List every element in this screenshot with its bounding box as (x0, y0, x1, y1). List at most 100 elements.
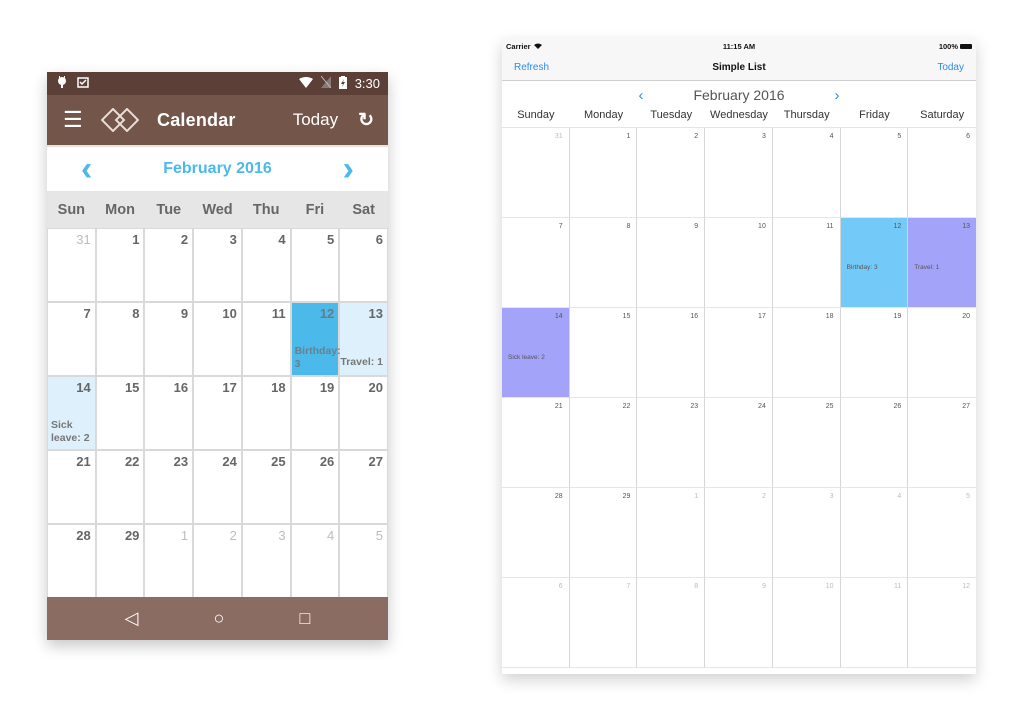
day-cell[interactable]: 2 (705, 488, 773, 578)
weekday-label: Wednesday (710, 109, 768, 121)
day-number: 15 (124, 380, 140, 395)
day-cell[interactable]: 6 (340, 229, 387, 301)
day-cell[interactable]: 11 (840, 578, 909, 668)
day-cell[interactable]: 7 (48, 303, 95, 375)
day-cell[interactable]: 19 (291, 377, 339, 449)
day-cell[interactable]: 8 (637, 578, 706, 668)
day-cell[interactable]: 22 (96, 451, 144, 523)
day-cell[interactable]: 23 (145, 451, 193, 523)
back-icon[interactable]: ◁ (125, 608, 139, 629)
previous-month-chevron-icon[interactable]: ‹ (81, 152, 92, 186)
day-cell[interactable]: 7 (502, 218, 570, 308)
day-number: 2 (761, 493, 766, 500)
day-cell[interactable]: 7 (569, 578, 638, 668)
day-cell[interactable]: 12 Birthday: 3 (291, 303, 341, 375)
day-cell[interactable]: 31 (48, 229, 95, 301)
day-cell[interactable]: 1 (145, 525, 193, 597)
day-cell[interactable]: 9 (145, 303, 193, 375)
day-cell[interactable]: 21 (502, 398, 570, 488)
next-month-chevron-icon[interactable]: › (835, 87, 840, 104)
day-cell[interactable]: 11 (242, 303, 290, 375)
day-number: 26 (319, 454, 335, 469)
day-number: 18 (825, 313, 834, 320)
day-cell[interactable]: 10 (194, 303, 241, 375)
day-cell[interactable]: 16 (637, 308, 706, 398)
day-cell[interactable]: 4 (242, 229, 290, 301)
day-cell[interactable]: 4 (291, 525, 339, 597)
day-cell[interactable]: 24 (705, 398, 773, 488)
day-cell[interactable]: 27 (908, 398, 976, 488)
day-cell[interactable]: 12 (908, 578, 976, 668)
refresh-button[interactable]: Refresh (514, 62, 549, 73)
day-cell[interactable]: 10 (772, 578, 841, 668)
day-cell[interactable]: 2 (637, 128, 706, 218)
day-cell[interactable]: 18 (242, 377, 290, 449)
day-cell[interactable]: 9 (705, 578, 773, 668)
day-number: 27 (962, 403, 970, 410)
day-cell[interactable]: 15 (96, 377, 144, 449)
day-cell[interactable]: 1 (96, 229, 144, 301)
day-cell[interactable]: 5 (291, 229, 339, 301)
day-cell[interactable]: 5 (340, 525, 387, 597)
day-cell[interactable]: 3 (194, 229, 241, 301)
day-cell[interactable]: 21 (48, 451, 95, 523)
day-cell[interactable]: 4 (772, 128, 841, 218)
day-cell[interactable]: 13 Travel: 1 (340, 303, 387, 375)
day-cell[interactable]: 1 (637, 488, 706, 578)
day-cell[interactable]: 18 (772, 308, 841, 398)
day-cell[interactable]: 25 (772, 398, 841, 488)
day-cell[interactable]: 23 (637, 398, 706, 488)
month-label: February 2016 (693, 87, 785, 103)
day-cell[interactable]: 6 (502, 578, 570, 668)
day-cell[interactable]: 17 (194, 377, 241, 449)
day-cell[interactable]: 3 (705, 128, 773, 218)
day-number: 10 (222, 306, 237, 321)
day-cell[interactable]: 28 (502, 488, 570, 578)
previous-month-chevron-icon[interactable]: ‹ (638, 87, 643, 104)
day-cell[interactable]: 6 (908, 128, 976, 218)
home-icon[interactable]: ○ (214, 608, 225, 629)
day-cell[interactable]: 3 (772, 488, 841, 578)
today-button[interactable]: Today (937, 62, 964, 73)
day-cell[interactable]: 22 (569, 398, 638, 488)
day-cell[interactable]: 2 (194, 525, 241, 597)
day-cell[interactable]: 28 (48, 525, 95, 597)
refresh-icon[interactable]: ↻ (358, 109, 374, 132)
recents-icon[interactable]: □ (300, 608, 311, 629)
day-cell[interactable]: 14 Sick leave: 2 (48, 377, 95, 449)
day-cell[interactable]: 20 (340, 377, 387, 449)
day-cell[interactable]: 4 (840, 488, 909, 578)
day-cell[interactable]: 27 (340, 451, 387, 523)
day-cell[interactable]: 8 (96, 303, 144, 375)
day-cell[interactable]: 13 Travel: 1 (908, 218, 976, 308)
day-number: 8 (694, 583, 699, 590)
day-cell[interactable]: 5 (908, 488, 976, 578)
day-cell[interactable]: 9 (637, 218, 706, 308)
day-cell[interactable]: 12 Birthday: 3 (840, 218, 909, 308)
day-cell[interactable]: 16 (145, 377, 193, 449)
day-cell[interactable]: 31 (502, 128, 570, 218)
today-button[interactable]: Today (293, 110, 338, 130)
day-cell[interactable]: 29 (569, 488, 638, 578)
day-cell[interactable]: 5 (840, 128, 909, 218)
day-cell[interactable]: 19 (840, 308, 909, 398)
day-cell[interactable]: 17 (705, 308, 773, 398)
day-cell[interactable]: 20 (908, 308, 976, 398)
hamburger-menu-icon[interactable]: ☰ (63, 109, 83, 131)
day-cell[interactable]: 14 Sick leave: 2 (502, 308, 570, 398)
next-month-chevron-icon[interactable]: › (343, 152, 354, 186)
day-cell[interactable]: 29 (96, 525, 144, 597)
day-cell[interactable]: 11 (772, 218, 841, 308)
day-cell[interactable]: 8 (569, 218, 638, 308)
day-cell[interactable]: 25 (242, 451, 290, 523)
day-cell[interactable]: 15 (569, 308, 638, 398)
weekday-label: Mon (105, 201, 135, 218)
day-cell[interactable]: 24 (194, 451, 241, 523)
day-cell[interactable]: 26 (840, 398, 909, 488)
day-cell[interactable]: 1 (569, 128, 638, 218)
day-number: 17 (222, 380, 237, 395)
day-cell[interactable]: 2 (145, 229, 193, 301)
day-cell[interactable]: 26 (291, 451, 339, 523)
day-cell[interactable]: 3 (242, 525, 290, 597)
day-cell[interactable]: 10 (705, 218, 773, 308)
